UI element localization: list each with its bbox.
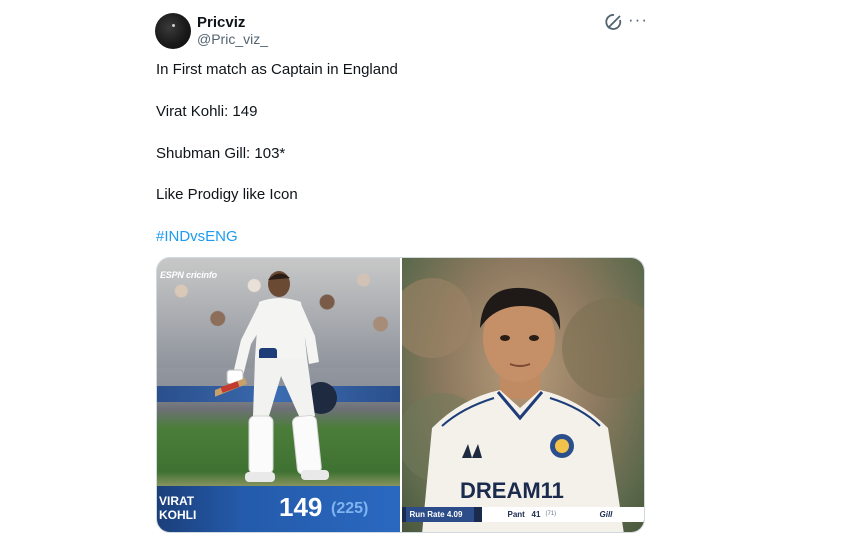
gill-figure: DREAM11 (401, 278, 644, 532)
batter2-name: Gill (599, 510, 613, 519)
batter-runs: 41 (531, 510, 541, 519)
tweet-text-line-4: Like Prodigy like Icon (156, 186, 298, 203)
kohli-photo[interactable]: ESPN cricinfo VIRAT KOHLI 149 (225) (157, 258, 400, 532)
score-ticker: Run Rate 4.09 Pant 41 (71) Gill (401, 507, 644, 522)
author-handle[interactable]: @Pric_viz_ (197, 31, 268, 47)
media-grid: ESPN cricinfo VIRAT KOHLI 149 (225) DREA… (156, 257, 645, 533)
batter-panel: Pant 41 (71) Gill (481, 507, 644, 522)
avatar[interactable] (155, 13, 191, 49)
batter-name: Pant (507, 510, 525, 519)
tweet-text-line-2: Virat Kohli: 149 (156, 103, 258, 120)
tweet-text-line-3: Shubman Gill: 103* (156, 145, 286, 162)
grok-icon[interactable] (604, 12, 624, 32)
score-runs: 149 (279, 492, 323, 522)
gill-photo[interactable]: DREAM11 Run Rate 4.09 Pant 41 (71) Gill (401, 258, 644, 532)
tweet-text-line-1: In First match as Captain in England (156, 61, 398, 78)
more-icon[interactable]: ··· (628, 10, 648, 30)
hashtag-link[interactable]: #INDvsENG (156, 228, 238, 245)
score-balls: (225) (331, 500, 369, 517)
run-rate: Run Rate 4.09 (409, 510, 463, 519)
score-player-name: VIRAT KOHLI (159, 494, 197, 522)
espncricinfo-logo: ESPN cricinfo (160, 270, 217, 280)
score-overlay: VIRAT KOHLI 149 (225) (157, 486, 400, 532)
kohli-figure (215, 271, 337, 482)
jersey-sponsor-text: DREAM11 (460, 478, 564, 503)
batter-balls: (71) (545, 511, 557, 517)
author-name[interactable]: Pricviz (197, 14, 245, 31)
